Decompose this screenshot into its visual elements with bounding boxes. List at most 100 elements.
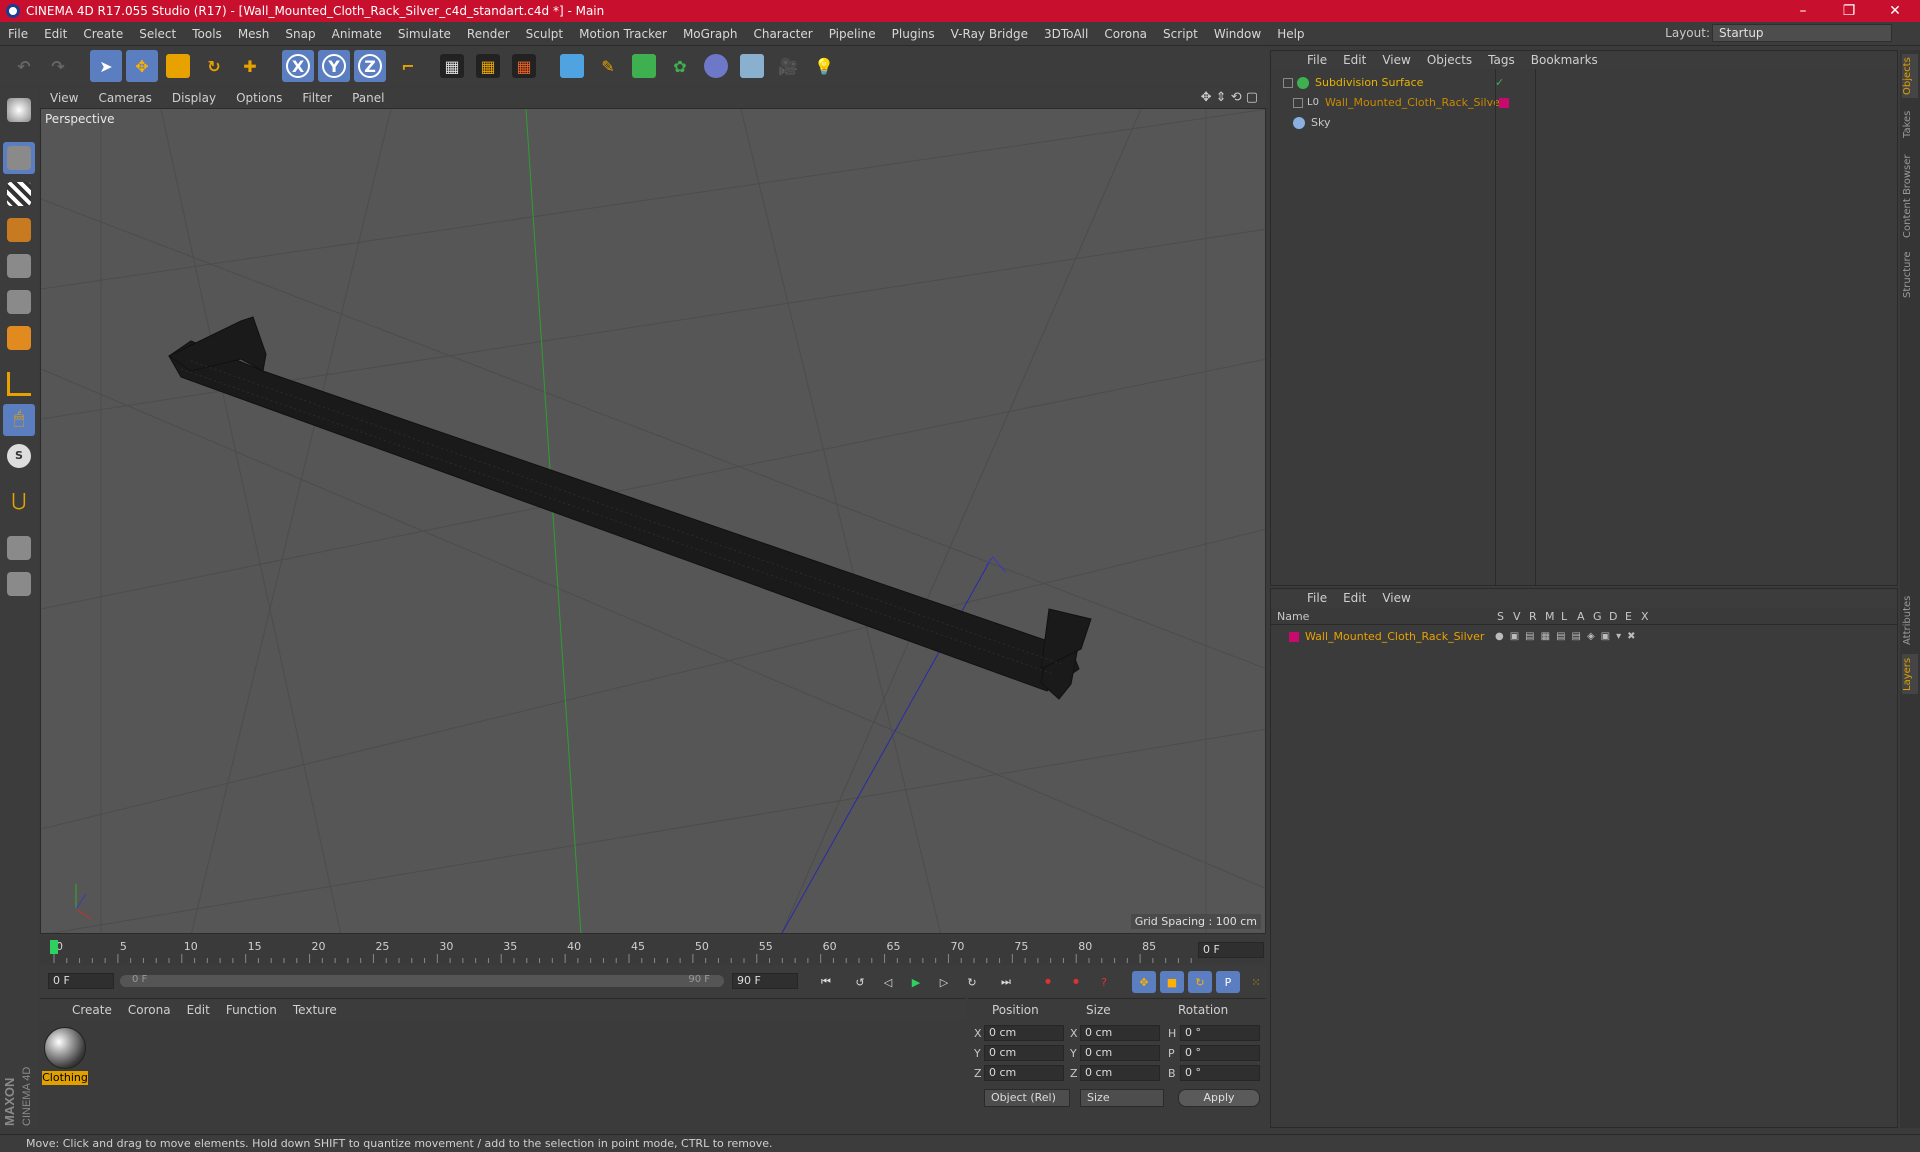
menu-plugins[interactable]: Plugins	[884, 27, 943, 41]
keyframe-selection-button[interactable]: ?	[1092, 971, 1116, 993]
expand-icon[interactable]	[1293, 97, 1303, 108]
undo-button[interactable]: ↶	[8, 50, 40, 82]
menu-vray-bridge[interactable]: V-Ray Bridge	[943, 27, 1036, 41]
collapse-icon[interactable]	[1283, 77, 1293, 88]
menu-3dtoall[interactable]: 3DToAll	[1036, 27, 1096, 41]
menu-mesh[interactable]: Mesh	[230, 27, 278, 41]
object-row-subdivision[interactable]: Subdivision Surface ✓	[1271, 73, 1897, 92]
size-z-field[interactable]: 0 cm	[1080, 1065, 1160, 1081]
minimize-button[interactable]: –	[1780, 0, 1826, 22]
key-rotation-button[interactable]: ↻	[1188, 971, 1212, 993]
next-key-button[interactable]: ↻	[960, 971, 984, 993]
apply-button[interactable]: Apply	[1178, 1089, 1260, 1107]
timeline-ruler[interactable]: 051015202530354045505560657075808590	[40, 936, 1266, 964]
add-spline-button[interactable]: ✎	[592, 50, 624, 82]
end-frame-field[interactable]: 90 F	[732, 973, 798, 989]
model-mode-button[interactable]	[3, 142, 35, 174]
texture-mode-button[interactable]	[3, 178, 35, 210]
edit-render-settings-button[interactable]: ▦	[508, 50, 540, 82]
tweak-mode-button[interactable]: 🖱	[3, 404, 35, 436]
layout-select[interactable]: Startup	[1712, 24, 1892, 42]
viewport-menu-panel[interactable]: Panel	[342, 91, 394, 105]
material-menu-corona[interactable]: Corona	[120, 1003, 179, 1017]
layer-menu-file[interactable]: File	[1299, 591, 1335, 605]
magnet-button[interactable]: ⋃	[3, 486, 35, 518]
object-menu-view[interactable]: View	[1374, 53, 1418, 67]
layer-menu-edit[interactable]: Edit	[1335, 591, 1374, 605]
enabled-check-icon[interactable]: ✓	[1495, 76, 1504, 89]
viewport-menu-filter[interactable]: Filter	[292, 91, 342, 105]
layer-color-swatch[interactable]	[1289, 631, 1299, 642]
move-tool-button[interactable]: ✥	[126, 50, 158, 82]
viewport-nav-icons[interactable]: ✥ ⇕ ⟲ ▢	[1201, 90, 1258, 105]
z-axis-button[interactable]: Z	[354, 50, 386, 82]
viewport-menu-options[interactable]: Options	[226, 91, 292, 105]
rotate-tool-button[interactable]: ↻	[198, 50, 230, 82]
menu-tools[interactable]: Tools	[184, 27, 230, 41]
viewport-menu-display[interactable]: Display	[162, 91, 226, 105]
menu-mograph[interactable]: MoGraph	[675, 27, 746, 41]
rot-b-field[interactable]: 0 °	[1180, 1065, 1260, 1081]
object-menu-file[interactable]: File	[1299, 53, 1335, 67]
menu-sculpt[interactable]: Sculpt	[518, 27, 571, 41]
record-keys-button[interactable]: ⏺	[1036, 971, 1060, 993]
perspective-viewport[interactable]: Perspective Grid Spacing : 100 cm	[40, 108, 1266, 934]
make-editable-button[interactable]	[3, 94, 35, 126]
live-selection-button[interactable]: ➤	[90, 50, 122, 82]
tab-attributes[interactable]: Attributes	[1902, 590, 1918, 650]
add-camera-button[interactable]: 🎥	[772, 50, 804, 82]
layer-menu-view[interactable]: View	[1374, 591, 1418, 605]
viewport-menu-cameras[interactable]: Cameras	[88, 91, 161, 105]
add-deformer-button[interactable]	[700, 50, 732, 82]
goto-start-button[interactable]: ⏮	[814, 971, 838, 993]
size-mode-dropdown[interactable]: Size	[1080, 1089, 1164, 1107]
coordinate-mode-dropdown[interactable]: Object (Rel)	[984, 1089, 1070, 1107]
material-menu-texture[interactable]: Texture	[285, 1003, 345, 1017]
layer-row[interactable]: Wall_Mounted_Cloth_Rack_Silver ●▣▤▦▤▤◈▣▾…	[1271, 627, 1897, 646]
object-menu-objects[interactable]: Objects	[1419, 53, 1480, 67]
rot-h-field[interactable]: 0 °	[1180, 1025, 1260, 1041]
render-view-button[interactable]: ▦	[436, 50, 468, 82]
rot-p-field[interactable]: 0 °	[1180, 1045, 1260, 1061]
menu-simulate[interactable]: Simulate	[390, 27, 459, 41]
start-frame-field[interactable]: 0 F	[48, 973, 114, 989]
material-menu-edit[interactable]: Edit	[179, 1003, 218, 1017]
menu-animate[interactable]: Animate	[324, 27, 390, 41]
layer-toggle-icons[interactable]: ●▣▤▦▤▤◈▣▾✖	[1495, 631, 1642, 642]
workplane-mode-button[interactable]	[3, 214, 35, 246]
size-x-field[interactable]: 0 cm	[1080, 1025, 1160, 1041]
next-frame-button[interactable]: ▷	[932, 971, 956, 993]
points-mode-button[interactable]	[3, 250, 35, 282]
redo-button[interactable]: ↷	[42, 50, 74, 82]
add-cube-button[interactable]	[556, 50, 588, 82]
menu-script[interactable]: Script	[1155, 27, 1206, 41]
menu-select[interactable]: Select	[131, 27, 184, 41]
menu-snap[interactable]: Snap	[277, 27, 323, 41]
menu-motion-tracker[interactable]: Motion Tracker	[571, 27, 675, 41]
snap-button[interactable]: S	[3, 440, 35, 472]
key-pla-button[interactable]: ⁙	[1244, 971, 1268, 993]
polygons-mode-button[interactable]	[3, 322, 35, 354]
frame-range-slider[interactable]: 0 F 90 F	[120, 974, 724, 987]
size-y-field[interactable]: 0 cm	[1080, 1045, 1160, 1061]
menu-help[interactable]: Help	[1269, 27, 1312, 41]
tab-structure[interactable]: Structure	[1902, 248, 1918, 302]
object-row-sky[interactable]: Sky	[1271, 113, 1897, 132]
play-button[interactable]: ▶	[904, 971, 928, 993]
viewport-menu-view[interactable]: View	[40, 91, 88, 105]
x-axis-button[interactable]: X	[282, 50, 314, 82]
transform-tool-button[interactable]: ✚	[234, 50, 266, 82]
pos-z-field[interactable]: 0 cm	[984, 1065, 1064, 1081]
object-menu-tags[interactable]: Tags	[1480, 53, 1523, 67]
prev-frame-button[interactable]: ◁	[876, 971, 900, 993]
add-array-button[interactable]: ✿	[664, 50, 696, 82]
tab-content-browser[interactable]: Content Browser	[1902, 148, 1918, 244]
render-picture-viewer-button[interactable]: ▦	[472, 50, 504, 82]
current-frame-field[interactable]: 0 F	[1198, 942, 1264, 958]
planar-workplane-button[interactable]	[3, 568, 35, 600]
menu-window[interactable]: Window	[1206, 27, 1269, 41]
edges-mode-button[interactable]	[3, 286, 35, 318]
menu-corona[interactable]: Corona	[1096, 27, 1155, 41]
material-menu-function[interactable]: Function	[218, 1003, 285, 1017]
menu-character[interactable]: Character	[745, 27, 820, 41]
